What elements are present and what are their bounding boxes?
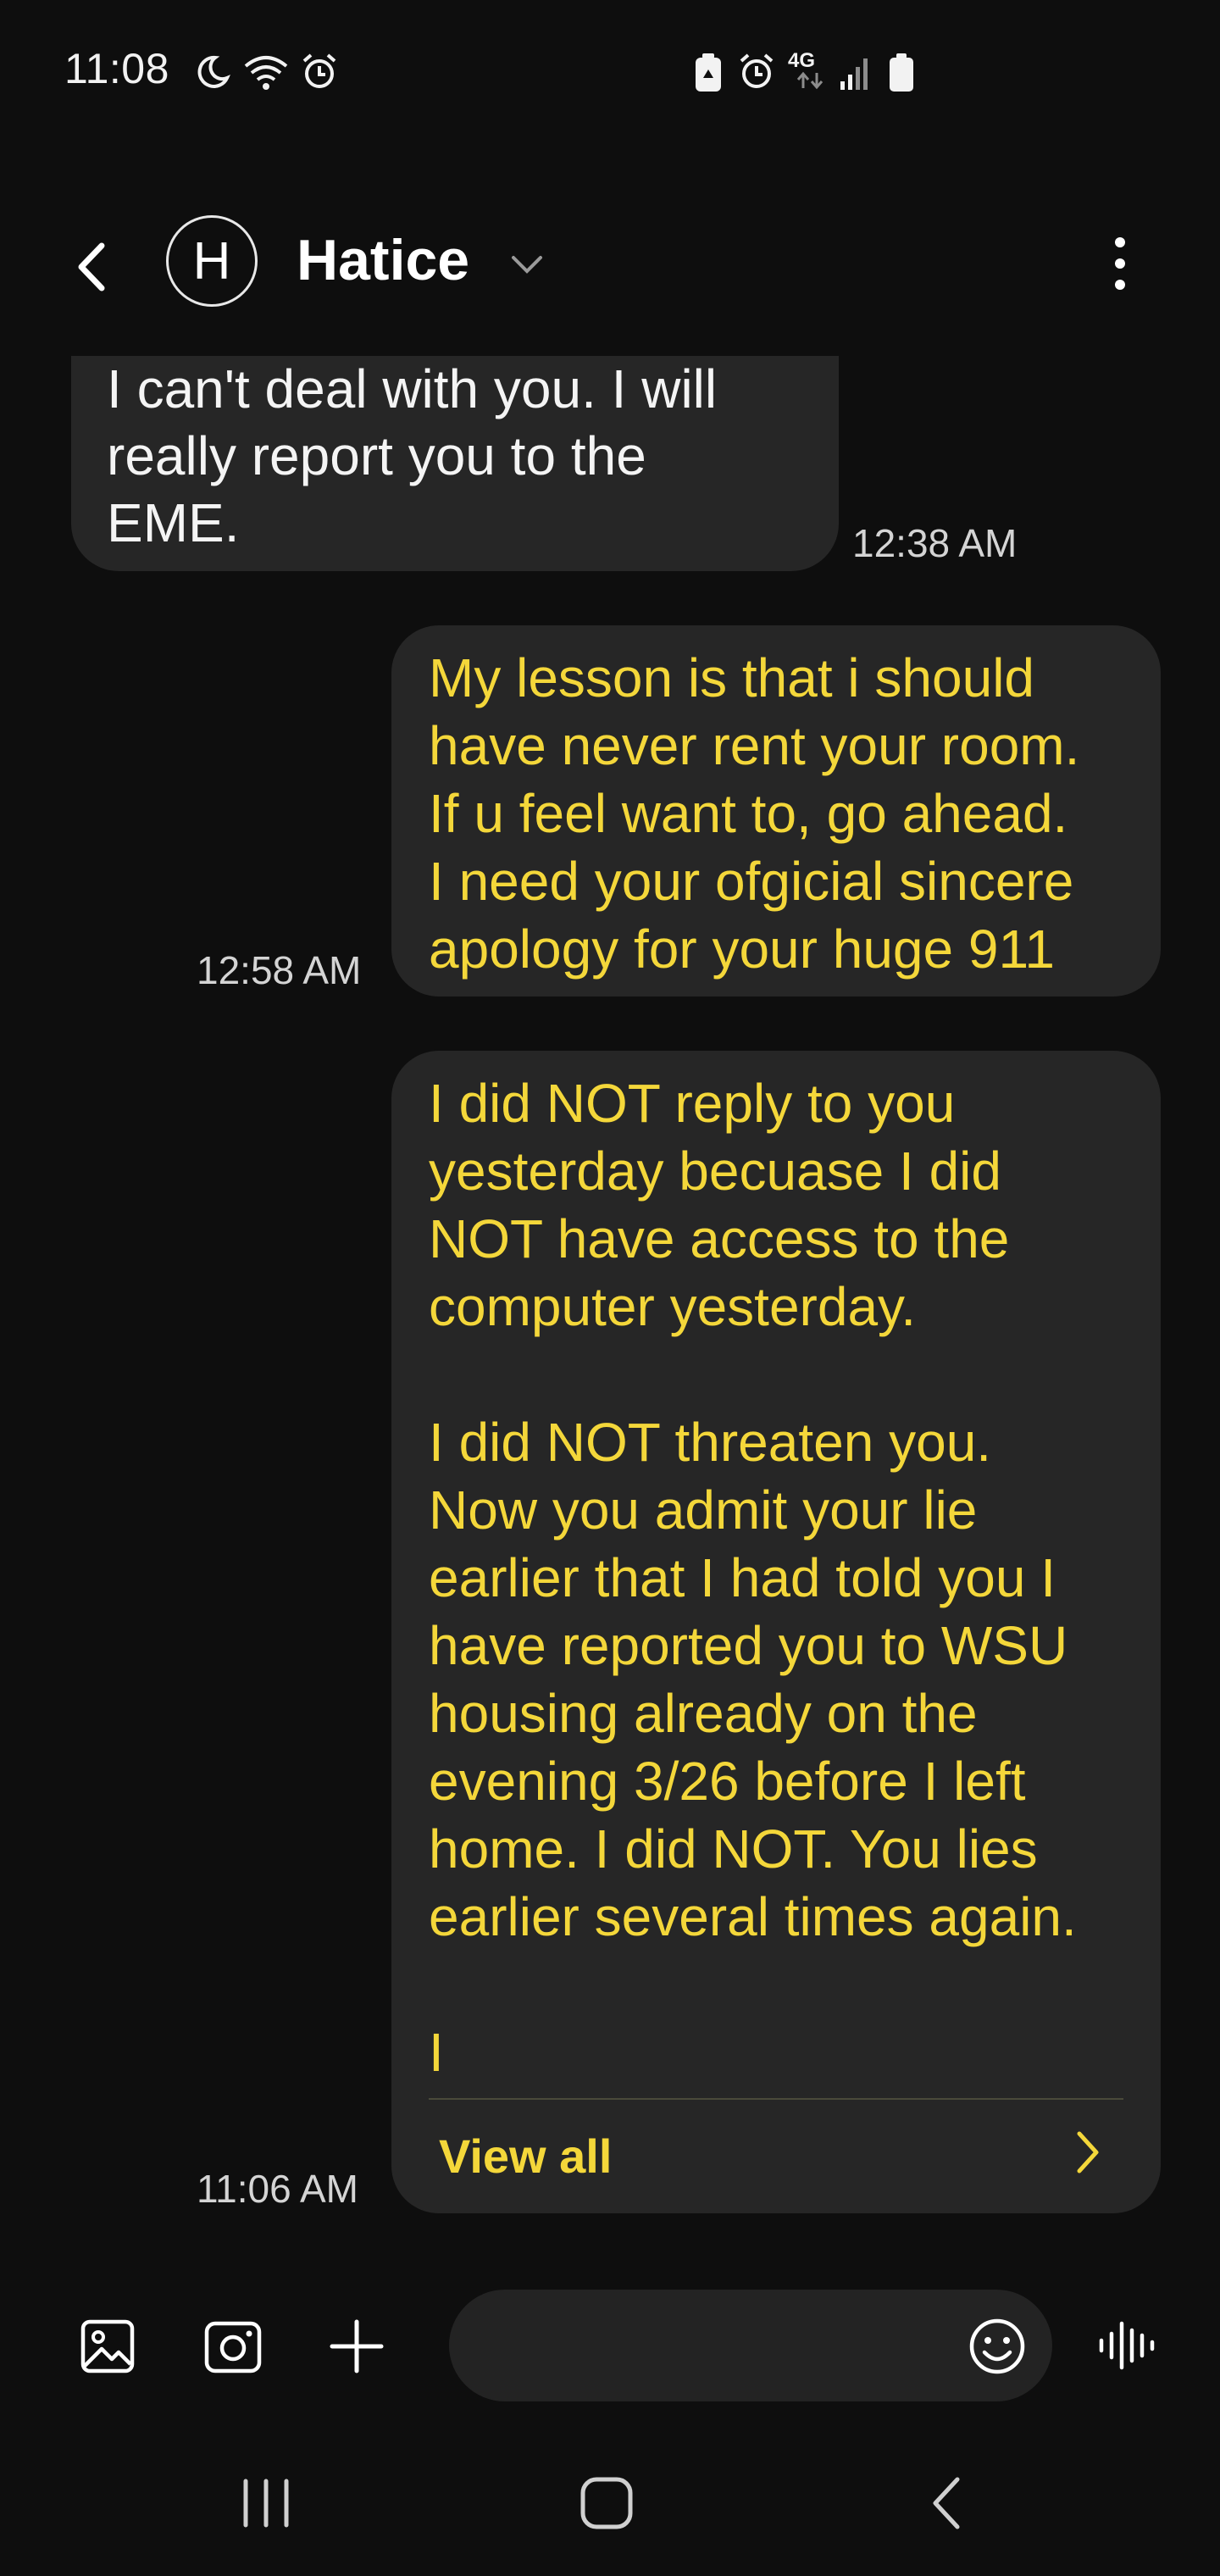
data-arrows-icon [796,71,824,90]
message-timestamp: 12:38 AM [852,521,1018,565]
voice-icon[interactable] [1096,2315,1157,2376]
status-bar: 11:08 4G [0,0,1220,144]
battery-saver-icon [696,53,721,92]
gallery-icon[interactable] [80,2318,136,2374]
battery-icon [890,53,913,92]
outgoing-message-bubble[interactable]: I did NOT reply to you yesterday becuase… [391,1051,1161,2213]
more-options-button[interactable] [1095,225,1145,302]
conversation-header: H Hatice [0,195,1220,330]
chevron-right-icon[interactable] [1069,2127,1106,2178]
incoming-message-bubble[interactable]: I can't deal with you. I will really rep… [71,356,839,571]
message-timestamp: 11:06 AM [197,2167,358,2211]
alarm-icon [302,53,336,88]
wifi-icon [244,56,288,90]
message-input[interactable] [449,2290,1052,2401]
back-button[interactable] [64,237,124,297]
chevron-down-icon[interactable] [507,247,547,281]
view-all-button[interactable]: View all [439,2129,612,2184]
plus-icon[interactable] [329,2318,385,2374]
home-icon[interactable] [578,2474,635,2532]
outgoing-message-bubble[interactable]: My lesson is that i should have never re… [391,625,1161,997]
camera-icon[interactable] [203,2318,263,2374]
recents-icon[interactable] [239,2476,293,2530]
contact-name[interactable]: Hatice [297,227,469,293]
message-text: My lesson is that i should have never re… [429,647,1080,980]
message-timestamp: 12:58 AM [197,948,362,992]
status-time: 11:08 [64,45,169,92]
message-text: I did NOT reply to you yesterday becuase… [429,1073,1077,2083]
avatar[interactable]: H [166,215,258,307]
alarm-icon [740,53,774,88]
emoji-icon[interactable] [968,2317,1027,2376]
message-text: I can't deal with you. I will really rep… [107,358,718,553]
signal-icon [840,58,868,90]
back-icon[interactable] [925,2474,969,2532]
network-label: 4G [788,49,816,72]
avatar-letter: H [192,231,231,291]
network-4g-icon: 4G [788,49,835,92]
divider [429,2098,1123,2100]
moon-icon [197,55,230,88]
